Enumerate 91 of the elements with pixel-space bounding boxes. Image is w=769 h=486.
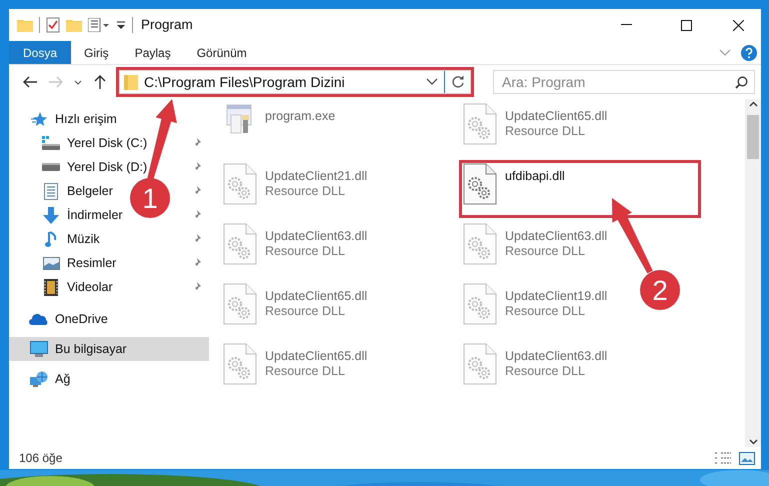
- star-icon: [31, 111, 47, 127]
- file-name: UpdateClient63.dll: [505, 349, 608, 364]
- file-name: UpdateClient21.dll: [265, 169, 368, 184]
- file-name: program.exe: [265, 109, 336, 124]
- picture-icon: [42, 256, 60, 270]
- file-type: Resource DLL: [505, 244, 586, 259]
- scroll-thumb[interactable]: [747, 115, 759, 159]
- scrollbar[interactable]: [745, 99, 761, 447]
- checklist-icon[interactable]: [46, 17, 60, 33]
- settings-file-icon: [463, 163, 497, 205]
- sidebar-item[interactable]: OneDrive: [29, 307, 108, 331]
- sidebar-item[interactable]: Resimler: [41, 251, 116, 275]
- file-item[interactable]: UpdateClient63.dll Resource DLL: [463, 223, 608, 265]
- film-strip-icon: [44, 278, 58, 296]
- sidebar-item[interactable]: Ağ: [29, 367, 70, 391]
- chevron-down-icon[interactable]: [74, 80, 82, 84]
- file-type: Resource DLL: [505, 304, 586, 319]
- minimize-icon[interactable]: [620, 24, 632, 26]
- network-icon: [30, 371, 48, 387]
- file-name: UpdateClient65.dll: [265, 349, 368, 364]
- sidebar-item[interactable]: Bu bilgisayar: [29, 337, 127, 361]
- file-item[interactable]: UpdateClient63.dll Resource DLL: [223, 223, 368, 265]
- file-name: UpdateClient63.dll: [505, 229, 608, 244]
- computer-icon: [30, 341, 48, 357]
- settings-file-icon: [223, 223, 257, 265]
- sidebar-item[interactable]: Yerel Disk (D:): [41, 155, 148, 179]
- back-arrow-icon[interactable]: [23, 76, 37, 88]
- search-field[interactable]: Ara: Program: [493, 70, 755, 94]
- settings-file-icon: [463, 103, 497, 145]
- dropdown-icon[interactable]: [116, 20, 126, 30]
- file-name: UpdateClient63.dll: [265, 229, 368, 244]
- settings-file-icon: [223, 283, 257, 325]
- drive-icon: [42, 163, 60, 171]
- file-type: Resource DLL: [505, 364, 586, 379]
- settings-file-icon: [463, 283, 497, 325]
- refresh-icon[interactable]: [451, 75, 465, 89]
- large-icons-view-icon[interactable]: [739, 452, 755, 464]
- details-view-icon[interactable]: [715, 452, 731, 464]
- ribbon-tab[interactable]: Paylaş: [122, 41, 184, 64]
- sidebar-item[interactable]: Yerel Disk (C:): [41, 131, 148, 155]
- ribbon-tab[interactable]: Dosya: [9, 41, 72, 64]
- file-name: UpdateClient65.dll: [265, 289, 368, 304]
- address-bar[interactable]: C:\Program Files\Program Dizini: [119, 70, 471, 94]
- drive-icon: [42, 136, 60, 150]
- file-item[interactable]: UpdateClient63.dll Resource DLL: [463, 343, 608, 385]
- maximize-icon[interactable]: [680, 20, 692, 30]
- file-item[interactable]: ufdibapi.dll: [459, 160, 701, 218]
- window-title: Program: [141, 16, 193, 34]
- sidebar-item[interactable]: Belgeler: [41, 179, 113, 203]
- step-number: 2: [640, 270, 680, 310]
- download-arrow-icon: [43, 206, 59, 224]
- settings-file-icon: [223, 163, 257, 205]
- file-item[interactable]: UpdateClient65.dll Resource DLL: [463, 103, 608, 145]
- scroll-up-icon[interactable]: [748, 101, 758, 107]
- file-name: ufdibapi.dll: [505, 169, 565, 184]
- item-count: 106 öğe: [19, 450, 62, 467]
- file-type: Resource DLL: [265, 364, 346, 379]
- ribbon-tab[interactable]: Giriş: [71, 41, 122, 64]
- file-type: Resource DLL: [265, 184, 346, 199]
- file-type: Resource DLL: [505, 124, 586, 139]
- file-name: UpdateClient65.dll: [505, 109, 608, 124]
- file-item[interactable]: program.exe: [223, 103, 336, 137]
- file-name: UpdateClient19.dll: [505, 289, 608, 304]
- file-item[interactable]: UpdateClient65.dll Resource DLL: [223, 343, 368, 385]
- address-path[interactable]: C:\Program Files\Program Dizini: [144, 72, 420, 92]
- close-icon[interactable]: [732, 20, 744, 30]
- ribbon-tab[interactable]: Görünüm: [184, 41, 260, 64]
- file-item[interactable]: UpdateClient19.dll Resource DLL: [463, 283, 608, 325]
- settings-file-icon: [463, 343, 497, 385]
- properties-icon[interactable]: [88, 18, 110, 32]
- settings-file-icon: [463, 223, 497, 265]
- up-arrow-icon[interactable]: [94, 75, 106, 89]
- music-note-icon: [45, 230, 57, 248]
- chevron-icon[interactable]: [719, 48, 731, 56]
- document-icon: [44, 182, 58, 200]
- sidebar-item[interactable]: Videolar: [41, 275, 113, 299]
- help-icon[interactable]: [741, 44, 757, 60]
- dropdown-icon[interactable]: [426, 78, 438, 86]
- cloud-icon: [29, 313, 49, 325]
- file-type: Resource DLL: [265, 244, 346, 259]
- search-icon[interactable]: [735, 76, 748, 89]
- file-item[interactable]: UpdateClient65.dll Resource DLL: [223, 283, 368, 325]
- file-item[interactable]: UpdateClient21.dll Resource DLL: [223, 163, 368, 205]
- sidebar-item[interactable]: Hızlı erişim: [29, 107, 117, 131]
- file-type: Resource DLL: [265, 304, 346, 319]
- sidebar-item[interactable]: Müzik: [41, 227, 100, 251]
- scroll-down-icon[interactable]: [748, 439, 758, 445]
- folder-icon: [124, 74, 138, 90]
- sidebar-item[interactable]: İndirmeler: [41, 203, 123, 227]
- step-number: 1: [130, 178, 170, 218]
- settings-file-icon: [223, 343, 257, 385]
